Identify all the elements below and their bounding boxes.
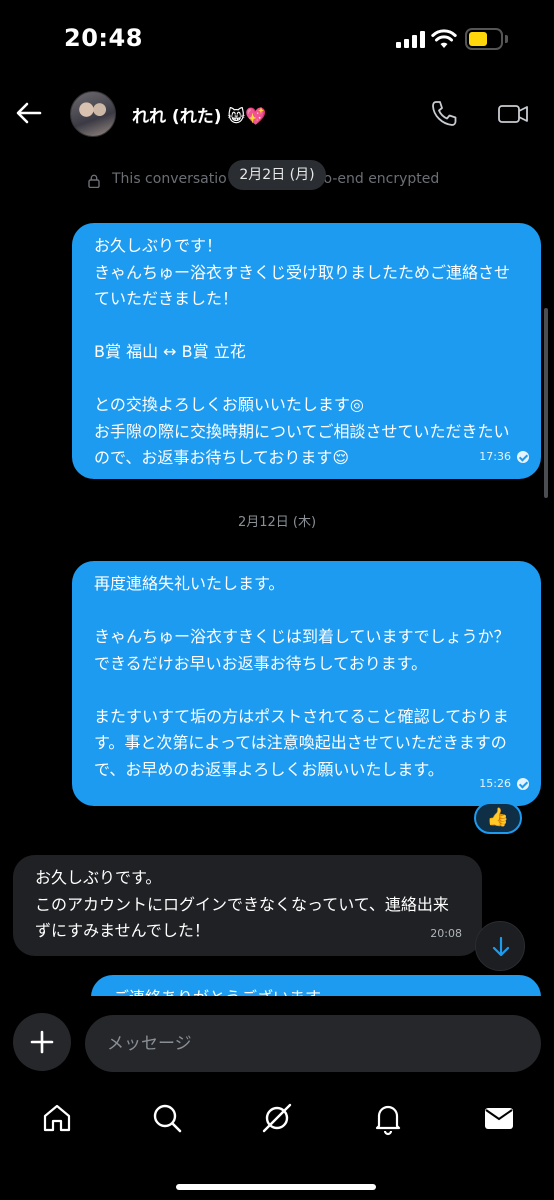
message-time: 15:26 bbox=[479, 776, 511, 790]
grok-icon[interactable] bbox=[259, 1100, 295, 1136]
date-separator: 2月12日 (木) bbox=[237, 515, 317, 530]
search-icon[interactable] bbox=[149, 1100, 185, 1136]
message-meta: 20:08 bbox=[430, 921, 462, 948]
add-attachment-button[interactable] bbox=[13, 1013, 71, 1071]
message-bubble-outgoing[interactable]: お久しぶりです！ きゃんちゅー浴衣すきくじ受け取りましたためご連絡させていただき… bbox=[72, 223, 541, 479]
message-time: 20:08 bbox=[430, 926, 462, 940]
message-bubble-outgoing[interactable]: 再度連絡失礼いたします。 きゃんちゅー浴衣すきくじは到着していますでしょうか？で… bbox=[72, 561, 541, 806]
message-meta: 17:36 bbox=[479, 444, 529, 471]
cellular-signal-icon bbox=[396, 31, 426, 48]
plus-icon bbox=[30, 1030, 54, 1054]
status-time: 20:48 bbox=[64, 24, 143, 52]
back-arrow-icon[interactable] bbox=[14, 98, 44, 128]
home-icon[interactable] bbox=[39, 1100, 75, 1136]
lock-icon bbox=[88, 174, 100, 188]
arrow-down-icon bbox=[492, 936, 510, 957]
message-time: 17:36 bbox=[479, 449, 511, 463]
wifi-icon bbox=[431, 29, 457, 48]
message-meta: 15:26 bbox=[479, 771, 529, 798]
reaction-thumbs-up[interactable]: 👍 bbox=[474, 802, 522, 834]
avatar[interactable] bbox=[70, 91, 116, 137]
message-text: お久しぶりです。 このアカウントにログインできなくなっていて、連絡出来ずにすみま… bbox=[35, 868, 449, 940]
message-input[interactable] bbox=[85, 1015, 541, 1072]
scroll-to-bottom-button[interactable] bbox=[475, 921, 525, 971]
notifications-bell-icon[interactable] bbox=[370, 1100, 406, 1136]
encryption-notice: This conversatio bbox=[112, 171, 227, 187]
video-camera-icon[interactable] bbox=[496, 98, 530, 130]
status-bar: 20:48 bbox=[0, 0, 554, 80]
message-bubble-incoming[interactable]: お久しぶりです。 このアカウントにログインできなくなっていて、連絡出来ずにすみま… bbox=[13, 855, 482, 956]
phone-icon[interactable] bbox=[428, 98, 460, 130]
home-indicator bbox=[176, 1184, 376, 1190]
messages-envelope-icon[interactable] bbox=[481, 1100, 517, 1136]
conversation-header: れれ (れた) 😸💖 bbox=[0, 84, 554, 144]
scrollbar[interactable] bbox=[544, 308, 548, 498]
message-text: お久しぶりです！ きゃんちゅー浴衣すきくじ受け取りましたためご連絡させていただき… bbox=[94, 236, 511, 467]
battery-icon bbox=[465, 28, 509, 50]
message-text: 再度連絡失礼いたします。 きゃんちゅー浴衣すきくじは到着していますでしょうか？で… bbox=[94, 574, 510, 779]
contact-name[interactable]: れれ (れた) 😸💖 bbox=[132, 102, 266, 127]
encryption-notice-tail: to-end encrypted bbox=[318, 171, 440, 187]
bottom-nav bbox=[0, 1090, 554, 1150]
read-check-icon bbox=[517, 450, 529, 463]
read-check-icon bbox=[517, 777, 529, 790]
date-pill: 2月2日 (月) bbox=[228, 160, 326, 190]
